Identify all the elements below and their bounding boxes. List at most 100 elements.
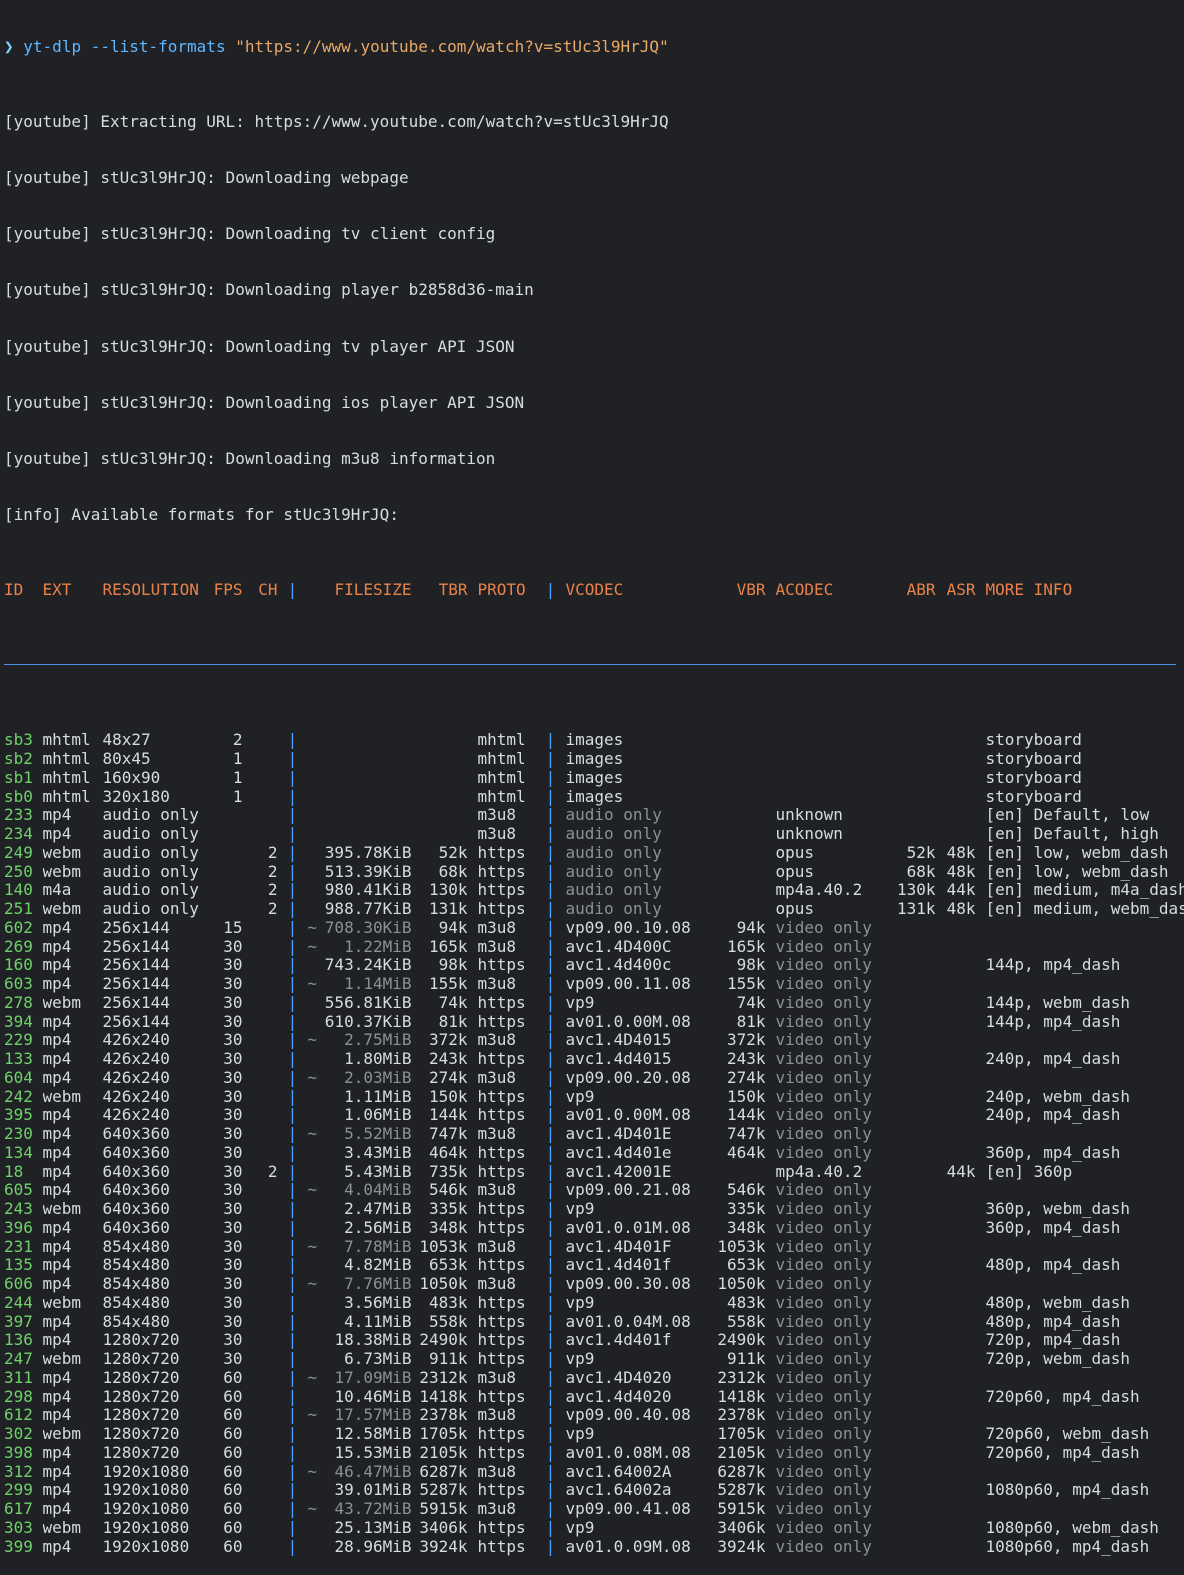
format-fps: 30	[213, 1106, 243, 1125]
format-asr: 48k	[936, 844, 976, 863]
terminal-output[interactable]: ❯ yt-dlp --list-formats "https://www.you…	[0, 0, 1184, 1575]
format-tbr: 98k	[412, 956, 468, 975]
format-acodec: video only	[766, 1050, 886, 1069]
format-resolution: 426x240	[103, 1106, 213, 1125]
column-separator: |	[536, 1031, 566, 1050]
format-protocol: https	[468, 1144, 536, 1163]
format-fps: 30	[213, 1088, 243, 1107]
format-vbr: 150k	[716, 1088, 766, 1107]
format-id: 617	[4, 1500, 43, 1519]
column-separator: |	[278, 1538, 308, 1557]
format-ext: mp4	[43, 1463, 103, 1482]
format-row: 251webmaudio only2|988.77KiB131khttps|au…	[4, 900, 1184, 919]
format-fps: 30	[213, 975, 243, 994]
column-separator: |	[536, 581, 566, 600]
format-protocol: https	[468, 900, 536, 919]
format-vcodec: vp9	[566, 1519, 716, 1538]
format-vcodec: images	[566, 769, 716, 788]
format-resolution: 256x144	[103, 975, 213, 994]
format-ext: mp4	[43, 1256, 103, 1275]
format-id: 603	[4, 975, 43, 994]
format-filesize: 25.13MiB	[324, 1519, 412, 1538]
format-fps: 30	[213, 1031, 243, 1050]
format-id: 233	[4, 806, 43, 825]
format-tbr: 3406k	[412, 1519, 468, 1538]
format-protocol: m3u8	[468, 1181, 536, 1200]
format-ext: mp4	[43, 1050, 103, 1069]
format-more-info: 480p, mp4_dash	[976, 1313, 1184, 1332]
format-fps: 30	[213, 938, 243, 957]
format-channels: 2	[243, 863, 278, 882]
column-separator: |	[536, 1106, 566, 1125]
format-ext: mp4	[43, 1388, 103, 1407]
format-resolution: 1280x720	[103, 1425, 213, 1444]
format-acodec: video only	[766, 1200, 886, 1219]
format-fps: 30	[213, 1219, 243, 1238]
format-ext: mp4	[43, 1331, 103, 1350]
format-row: 397mp4854x48030|4.11MiB558khttps|av01.0.…	[4, 1313, 1184, 1332]
format-acodec: video only	[766, 1313, 886, 1332]
format-ext: mp4	[43, 956, 103, 975]
format-id: sb0	[4, 788, 43, 807]
format-id: 243	[4, 1200, 43, 1219]
column-separator: |	[536, 1425, 566, 1444]
format-vbr: 2490k	[716, 1331, 766, 1350]
format-vcodec: audio only	[566, 900, 766, 919]
column-separator: |	[278, 1444, 308, 1463]
command-text: yt-dlp --list-formats	[23, 37, 225, 56]
format-id: 612	[4, 1406, 43, 1425]
format-id: 133	[4, 1050, 43, 1069]
format-filesize: 12.58MiB	[324, 1425, 412, 1444]
format-fps: 30	[213, 1200, 243, 1219]
format-acodec: video only	[766, 1388, 886, 1407]
format-acodec: video only	[766, 1463, 886, 1482]
format-abr: 131k	[886, 900, 936, 919]
format-acodec: video only	[766, 1106, 886, 1125]
column-separator: |	[536, 900, 566, 919]
format-protocol: https	[468, 1088, 536, 1107]
format-fps: 60	[213, 1444, 243, 1463]
column-separator: |	[278, 581, 308, 600]
format-fps: 1	[213, 788, 243, 807]
format-resolution: 1280x720	[103, 1406, 213, 1425]
format-resolution: audio only	[103, 806, 213, 825]
column-separator: |	[536, 1350, 566, 1369]
format-resolution: audio only	[103, 863, 213, 882]
column-separator: |	[536, 881, 566, 900]
format-ext: mhtml	[43, 731, 103, 750]
format-vbr: 335k	[716, 1200, 766, 1219]
format-ext: mp4	[43, 1369, 103, 1388]
column-separator: |	[536, 769, 566, 788]
format-row: sb0mhtml320x1801|mhtml|imagesstoryboard	[4, 788, 1184, 807]
column-separator: |	[278, 1163, 308, 1182]
header-proto: PROTO	[468, 581, 536, 600]
format-row: 395mp4426x24030|1.06MiB144khttps|av01.0.…	[4, 1106, 1184, 1125]
format-id: 244	[4, 1294, 43, 1313]
format-fps: 60	[213, 1388, 243, 1407]
format-protocol: m3u8	[468, 1238, 536, 1257]
format-resolution: 1280x720	[103, 1388, 213, 1407]
format-fps: 30	[213, 1238, 243, 1257]
format-acodec: opus	[766, 900, 886, 919]
format-resolution: 320x180	[103, 788, 213, 807]
format-tbr: 144k	[412, 1106, 468, 1125]
column-separator: |	[278, 1331, 308, 1350]
format-row: 243webm640x36030|2.47MiB335khttps|vp9335…	[4, 1200, 1184, 1219]
format-ext: webm	[43, 1425, 103, 1444]
format-ext: mp4	[43, 1406, 103, 1425]
approx-tilde: ~	[308, 975, 324, 994]
format-acodec: video only	[766, 1519, 886, 1538]
column-separator: |	[278, 900, 308, 919]
column-separator: |	[278, 1238, 308, 1257]
format-ext: mhtml	[43, 769, 103, 788]
approx-tilde: ~	[308, 1125, 324, 1144]
format-ext: mp4	[43, 1031, 103, 1050]
column-separator: |	[536, 1144, 566, 1163]
format-protocol: https	[468, 1013, 536, 1032]
format-ext: mp4	[43, 1313, 103, 1332]
format-vcodec: vp09.00.30.08	[566, 1275, 716, 1294]
header-abr: ABR	[886, 581, 936, 600]
format-tbr: 2490k	[412, 1331, 468, 1350]
format-tbr: 5915k	[412, 1500, 468, 1519]
format-filesize: 43.72MiB	[324, 1500, 412, 1519]
